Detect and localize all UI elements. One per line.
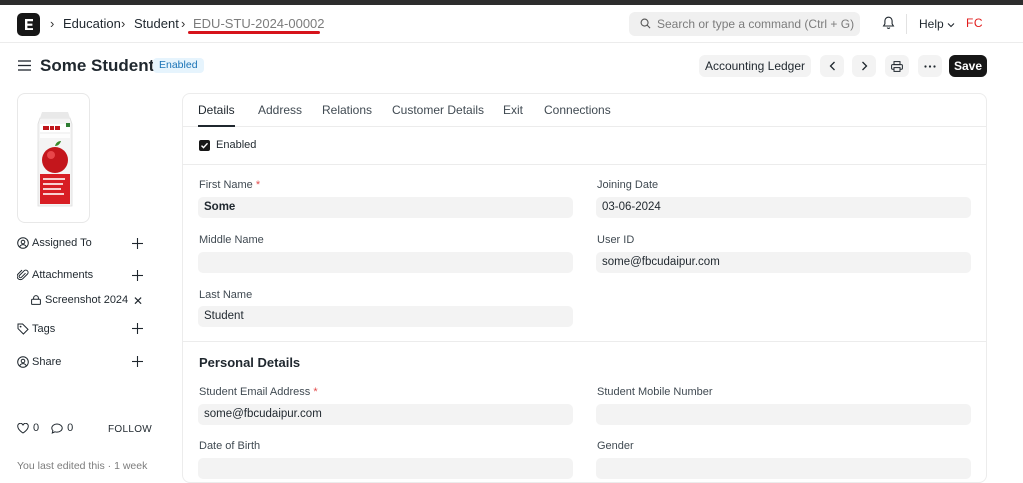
tab-details[interactable]: Details <box>198 103 235 117</box>
chevron-down-icon <box>947 22 955 28</box>
section-divider <box>183 341 986 342</box>
chevron-right-icon <box>861 61 867 71</box>
breadcrumb-education[interactable]: Education <box>63 16 121 31</box>
chevron-right-icon: › <box>121 16 126 31</box>
add-tag-icon[interactable] <box>132 323 143 334</box>
section-divider <box>183 164 986 165</box>
last-edited-text: You last edited this · 1 week <box>17 460 148 472</box>
personal-details-heading: Personal Details <box>199 355 301 370</box>
lock-icon <box>31 295 41 305</box>
navbar-divider <box>906 14 907 34</box>
search-input[interactable] <box>657 12 857 36</box>
last-name-field[interactable]: Student <box>198 306 573 327</box>
chevron-right-icon: › <box>181 16 186 31</box>
middle-name-label: Middle Name <box>199 234 264 246</box>
form-panel: Details Address Relations Customer Detai… <box>182 93 987 483</box>
chevron-left-icon <box>829 61 835 71</box>
search-bar[interactable] <box>629 12 860 36</box>
user-id-label: User ID <box>597 234 635 246</box>
highlight-underline <box>188 31 320 34</box>
student-email-field[interactable]: some@fbcudaipur.com <box>198 404 573 425</box>
save-button[interactable]: Save <box>949 55 987 77</box>
form-tabs: Details Address Relations Customer Detai… <box>183 94 986 127</box>
sidebar-toggle-icon[interactable] <box>18 60 31 71</box>
first-name-label: First Name * <box>199 179 261 191</box>
student-mobile-field[interactable] <box>596 404 971 425</box>
page-title: Some Student <box>40 56 155 75</box>
next-record-button[interactable] <box>852 55 876 77</box>
joining-date-label: Joining Date <box>597 179 659 191</box>
checkmark-icon <box>201 142 209 149</box>
student-mobile-label: Student Mobile Number <box>597 386 713 398</box>
share-user-icon <box>17 356 29 368</box>
more-dots-icon <box>924 64 936 68</box>
add-assignee-icon[interactable] <box>132 238 143 249</box>
attachment-item[interactable]: Screenshot 2024 <box>31 294 128 306</box>
first-name-field[interactable]: Some <box>198 197 573 218</box>
product-image-icon <box>37 112 73 207</box>
comments-count: 0 <box>67 422 74 434</box>
gender-field[interactable] <box>596 458 971 479</box>
user-avatar[interactable]: FC <box>966 16 983 30</box>
paperclip-icon <box>17 269 29 281</box>
user-id-field[interactable]: some@fbcudaipur.com <box>596 252 971 273</box>
last-name-label: Last Name <box>199 289 253 301</box>
print-button[interactable] <box>885 55 909 77</box>
assigned-to-label: Assigned To <box>32 237 92 249</box>
attachment-filename: Screenshot 2024 <box>45 294 129 306</box>
tag-icon <box>17 323 29 335</box>
heart-icon[interactable] <box>17 422 29 434</box>
tab-exit[interactable]: Exit <box>503 103 523 117</box>
navbar: › Education › Student › EDU-STU-2024-000… <box>0 5 1023 43</box>
user-add-icon <box>17 237 29 249</box>
tab-relations[interactable]: Relations <box>322 103 372 117</box>
add-attachment-icon[interactable] <box>132 270 143 281</box>
attachments-row: Attachments <box>17 269 93 281</box>
chevron-right-icon: › <box>50 16 55 31</box>
accounting-ledger-button[interactable]: Accounting Ledger <box>699 55 811 77</box>
more-actions-button[interactable] <box>918 55 942 77</box>
app-logo-icon[interactable] <box>17 13 40 36</box>
tags-label: Tags <box>32 323 56 335</box>
share-row: Share <box>17 356 61 368</box>
add-share-icon[interactable] <box>132 356 143 367</box>
status-badge: Enabled <box>153 58 204 73</box>
help-menu[interactable]: Help <box>919 17 955 31</box>
share-label: Share <box>32 356 62 368</box>
comment-icon[interactable] <box>51 422 63 434</box>
enabled-checkbox[interactable] <box>199 140 210 151</box>
help-label: Help <box>919 17 944 31</box>
joining-date-field[interactable]: 03-06-2024 <box>596 197 971 218</box>
likes-count: 0 <box>33 422 40 434</box>
follow-button[interactable]: FOLLOW <box>108 424 152 435</box>
tags-row: Tags <box>17 323 55 335</box>
tab-address[interactable]: Address <box>258 103 302 117</box>
active-tab-indicator <box>198 125 235 127</box>
bell-icon[interactable] <box>882 16 895 30</box>
printer-icon <box>891 60 903 72</box>
search-icon <box>640 18 651 29</box>
engagement-counts: 0 0 <box>17 422 73 434</box>
middle-name-field[interactable] <box>198 252 573 273</box>
breadcrumb-student[interactable]: Student <box>134 16 179 31</box>
attachments-label: Attachments <box>32 269 94 281</box>
date-of-birth-field[interactable] <box>198 458 573 479</box>
previous-record-button[interactable] <box>820 55 844 77</box>
assigned-to-row: Assigned To <box>17 237 92 249</box>
tab-connections[interactable]: Connections <box>544 103 611 117</box>
tab-customer-details[interactable]: Customer Details <box>392 103 484 117</box>
date-of-birth-label: Date of Birth <box>199 440 261 452</box>
enabled-checkbox-label: Enabled <box>216 139 257 151</box>
breadcrumb-current[interactable]: EDU-STU-2024-00002 <box>193 16 325 31</box>
student-email-label: Student Email Address * <box>199 386 318 398</box>
student-image[interactable] <box>17 93 90 223</box>
gender-label: Gender <box>597 440 634 452</box>
remove-attachment-icon[interactable]: ✕ <box>133 294 143 308</box>
